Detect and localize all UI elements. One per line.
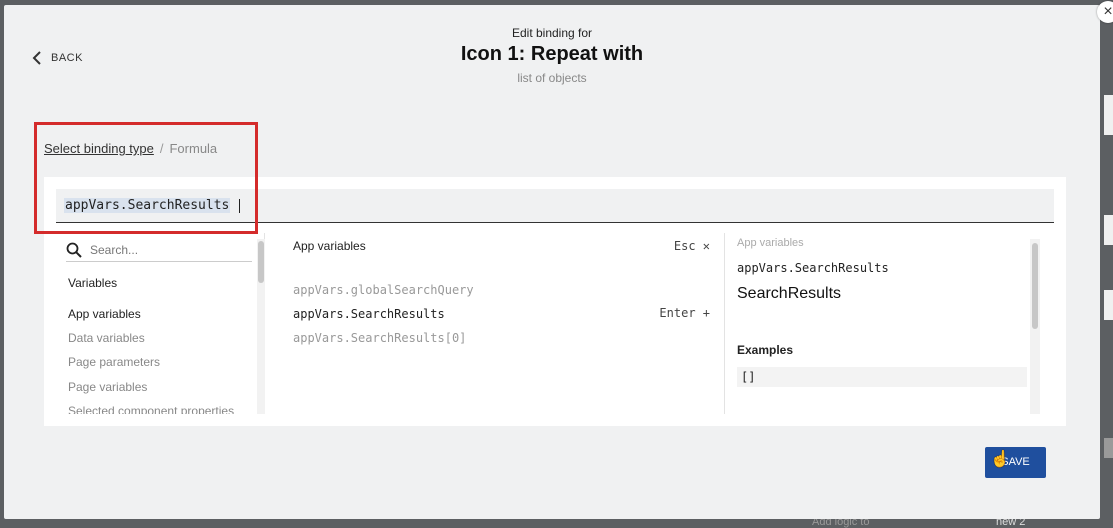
search-icon (66, 242, 82, 258)
select-binding-type-link[interactable]: Select binding type (44, 141, 154, 156)
close-icon: × (1103, 3, 1113, 20)
variables-list: App variables Esc ✕ appVars.globalSearch… (281, 233, 724, 414)
formula-editor-panel: appVars.SearchResults Variables App vari… (44, 177, 1066, 426)
category-column: Variables App variables Data variables P… (56, 233, 265, 414)
info-scrollbar[interactable] (1032, 243, 1038, 329)
modal-subtitle: Edit binding for (511, 26, 593, 40)
category-page-variables[interactable]: Page variables (68, 380, 147, 394)
category-app-variables[interactable]: App variables (68, 307, 141, 321)
background-edge-strip (1104, 95, 1113, 135)
hand-cursor-icon: ☝ (990, 451, 1010, 468)
variables-heading: Variables (68, 276, 118, 290)
background-edge-strip (1104, 438, 1113, 458)
category-scrollbar[interactable] (258, 241, 264, 283)
enter-insert-button[interactable]: Enter + (659, 306, 710, 320)
column-divider (724, 233, 725, 414)
variable-item[interactable]: appVars.globalSearchQuery (293, 283, 474, 297)
variable-item[interactable]: appVars.SearchResults[0] (293, 331, 466, 345)
variable-item-selected[interactable]: appVars.SearchResults (293, 307, 445, 321)
modal-title: Icon 1: Repeat with (460, 43, 644, 65)
variables-list-title: App variables (293, 239, 366, 253)
category-page-parameters[interactable]: Page parameters (68, 355, 160, 369)
close-button[interactable]: × (1097, 1, 1113, 23)
breadcrumb-separator: / (159, 141, 164, 156)
background-edge-strip (1104, 215, 1113, 245)
category-data-variables[interactable]: Data variables (68, 331, 145, 345)
edit-binding-modal: × BACK Edit binding for Icon 1: Repeat w… (4, 1, 1113, 519)
esc-close-button[interactable]: Esc ✕ (674, 239, 710, 253)
example-value: [] (737, 367, 1027, 387)
formula-input[interactable]: appVars.SearchResults (56, 189, 1054, 223)
category-selected-component-properties[interactable]: Selected component properties (68, 404, 234, 414)
background-edge-strip (1104, 290, 1113, 320)
search-box[interactable] (66, 239, 252, 262)
variable-info: App variables appVars.SearchResults Sear… (737, 233, 1027, 414)
modal-description: list of objects (517, 71, 587, 85)
info-path: appVars.SearchResults (737, 261, 889, 275)
text-caret (239, 199, 240, 213)
breadcrumb: Select binding type / Formula (44, 141, 217, 156)
info-category: App variables (737, 237, 804, 249)
info-name: SearchResults (737, 285, 842, 302)
search-input[interactable] (88, 242, 242, 258)
breadcrumb-current: Formula (169, 141, 218, 156)
formula-value[interactable]: appVars.SearchResults (64, 198, 231, 213)
examples-label: Examples (737, 343, 794, 357)
